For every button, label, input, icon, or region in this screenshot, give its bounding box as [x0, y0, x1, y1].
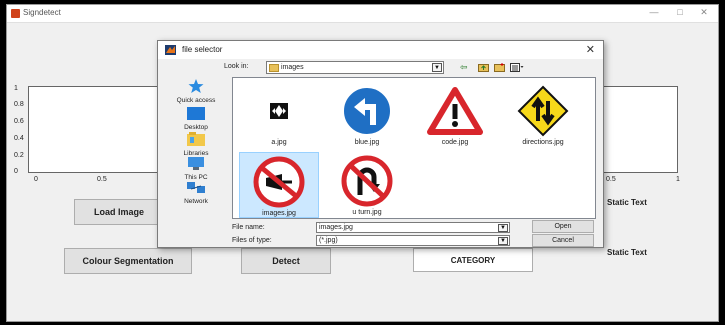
app-title: Signdetect [23, 8, 61, 17]
chevron-down-icon[interactable]: ▼ [498, 224, 508, 232]
place-label: Quick access [176, 97, 216, 104]
x-tick: 0.5 [97, 176, 107, 183]
static-text: Static Text [607, 198, 647, 207]
place-label: Desktop [184, 124, 208, 131]
two-way-traffic-sign-icon [517, 85, 569, 137]
open-button[interactable]: Open [532, 220, 594, 233]
look-in-label: Look in: [224, 63, 249, 70]
file-name: u turn.jpg [352, 209, 382, 216]
y-tick: 0.6 [14, 118, 24, 125]
x-tick: 0.5 [606, 176, 616, 183]
computer-icon [188, 157, 204, 170]
file-name: blue.jpg [354, 139, 380, 146]
files-of-type-select[interactable]: (*.jpg) ▼ [316, 235, 510, 246]
file-thumbnail [507, 85, 579, 137]
x-tick: 1 [676, 176, 680, 183]
file-name-combo[interactable]: images.jpg ▼ [316, 222, 510, 233]
dialog-titlebar: file selector ✕ [158, 41, 603, 59]
file-thumbnail [331, 155, 403, 207]
direction-arrows-sign-icon [270, 103, 288, 119]
libraries-icon [187, 132, 205, 146]
place-label: Libraries [183, 150, 209, 157]
files-of-type-value: (*.jpg) [319, 237, 338, 244]
file-name: a.jpg [271, 139, 287, 146]
file-name-label: File name: [232, 224, 265, 231]
y-tick: 0.8 [14, 101, 24, 108]
warning-exclamation-sign-icon [427, 87, 483, 135]
file-item-a[interactable]: a.jpg [239, 82, 319, 146]
maximize-button[interactable]: □ [672, 7, 688, 17]
file-item-images[interactable]: images.jpg [239, 152, 319, 218]
place-desktop[interactable]: Desktop [164, 107, 228, 131]
file-item-blue[interactable]: blue.jpg [327, 82, 407, 146]
folder-icon [269, 64, 279, 72]
static-text: Static Text [607, 248, 647, 257]
file-name-input[interactable]: images.jpg [319, 224, 353, 231]
place-label: This PC [184, 174, 208, 181]
no-horn-sign-icon [253, 156, 305, 208]
file-item-directions[interactable]: directions.jpg [503, 82, 583, 146]
place-network[interactable]: Network [164, 181, 228, 205]
files-of-type-label: Files of type: [232, 237, 272, 244]
y-tick: 1 [14, 85, 18, 92]
dialog-close-icon[interactable]: ✕ [586, 43, 595, 56]
place-libraries[interactable]: Libraries [164, 132, 228, 157]
file-name: code.jpg [441, 139, 469, 146]
file-item-u-turn[interactable]: u turn.jpg [327, 152, 407, 216]
up-folder-icon[interactable] [478, 63, 489, 72]
close-button[interactable]: ✕ [696, 7, 712, 18]
file-thumbnail [243, 85, 315, 137]
view-menu-icon[interactable] [510, 63, 524, 72]
chevron-down-icon[interactable]: ▼ [498, 237, 508, 245]
x-tick: 0 [34, 176, 38, 183]
back-arrow-icon[interactable]: ⇦ [460, 62, 468, 73]
y-tick: 0.2 [14, 152, 24, 159]
matlab-icon [165, 45, 176, 55]
y-tick: 0.4 [14, 135, 24, 142]
desktop-icon [187, 107, 205, 120]
file-thumbnail [331, 85, 403, 137]
detect-button[interactable]: Detect [241, 248, 331, 274]
place-this-pc[interactable]: This PC [164, 157, 228, 181]
places-bar: Quick access Desktop Libraries This PC N… [164, 77, 228, 243]
place-quick-access[interactable]: Quick access [164, 79, 228, 104]
star-icon [188, 79, 204, 93]
file-list[interactable]: a.jpg blue.jpg code.jpg directions.jpg i… [232, 77, 596, 219]
file-item-code[interactable]: code.jpg [415, 82, 495, 146]
app-titlebar: Signdetect — □ ✕ [7, 5, 718, 23]
network-icon [187, 182, 205, 193]
category-box: CATEGORY [413, 248, 533, 272]
cancel-button[interactable]: Cancel [532, 234, 594, 247]
colour-segmentation-button[interactable]: Colour Segmentation [64, 248, 192, 274]
file-thumbnail [419, 85, 491, 137]
file-name: directions.jpg [522, 139, 564, 146]
no-u-turn-sign-icon [341, 155, 393, 207]
load-image-button[interactable]: Load Image [74, 199, 164, 225]
turn-left-sign-icon [342, 86, 392, 136]
minimize-button[interactable]: — [646, 7, 662, 17]
file-name: images.jpg [262, 210, 296, 217]
dialog-title: file selector [182, 45, 223, 54]
matlab-icon [11, 9, 20, 18]
new-folder-icon[interactable] [494, 63, 505, 72]
place-label: Network [184, 198, 208, 205]
chevron-down-icon[interactable]: ▼ [432, 63, 442, 72]
look-in-value: images [281, 64, 304, 71]
file-selector-dialog: file selector ✕ Look in: images ▼ ⇦ Quic… [157, 40, 604, 248]
look-in-dropdown[interactable]: images ▼ [266, 61, 444, 74]
y-tick: 0 [14, 168, 18, 175]
file-thumbnail [243, 156, 315, 208]
